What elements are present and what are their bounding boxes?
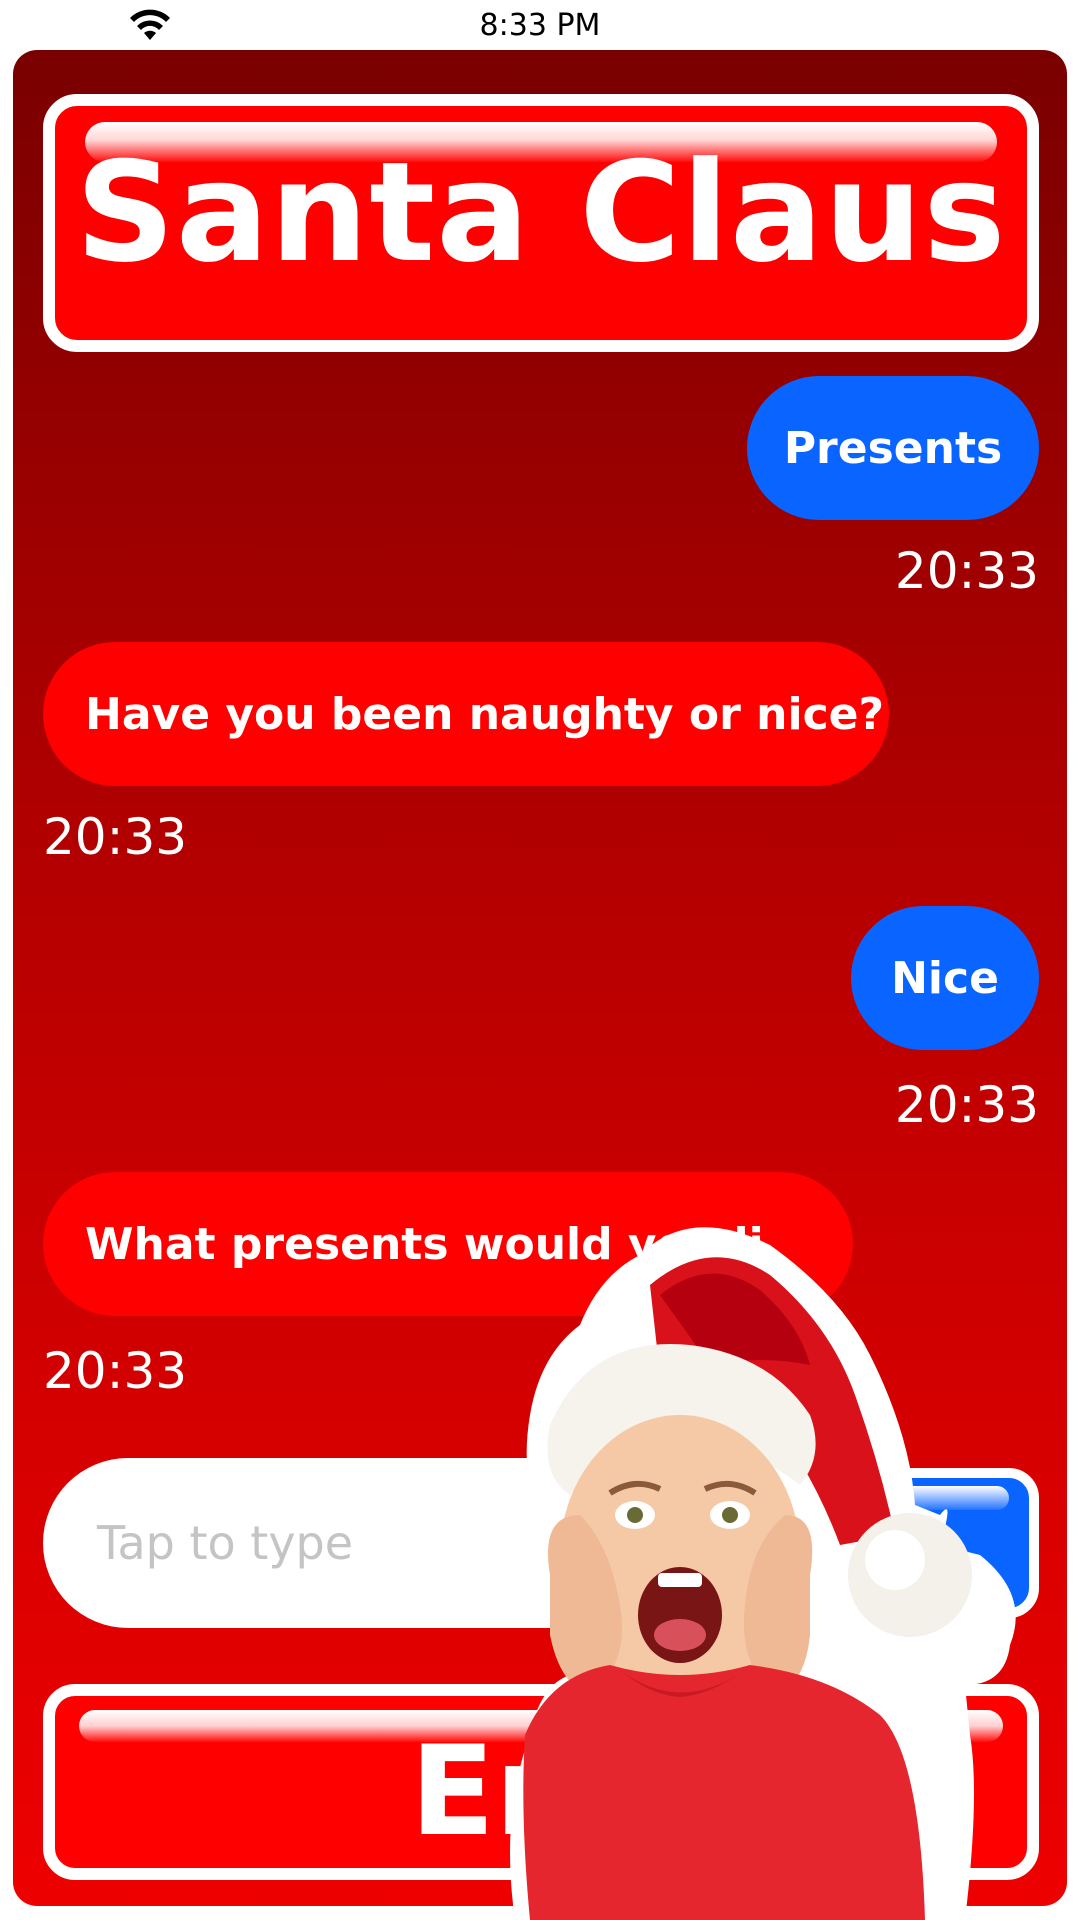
message-timestamp: 20:33: [43, 1342, 188, 1400]
status-time: 8:33 PM: [479, 8, 601, 43]
page-title: Santa Claus: [75, 132, 1007, 293]
message-bubble-santa: Have you been naughty or nice?: [43, 642, 889, 786]
title-banner: Santa Claus: [43, 94, 1039, 352]
message-timestamp: 20:33: [894, 1076, 1039, 1134]
message-bubble-user: Nice: [851, 906, 1039, 1050]
child-sticker-image: [510, 1227, 1016, 1920]
message-bubble-user: Presents: [747, 376, 1039, 520]
message-timestamp: 20:33: [894, 542, 1039, 600]
status-bar: 8:33 PM: [0, 0, 1080, 52]
message-timestamp: 20:33: [43, 808, 188, 866]
